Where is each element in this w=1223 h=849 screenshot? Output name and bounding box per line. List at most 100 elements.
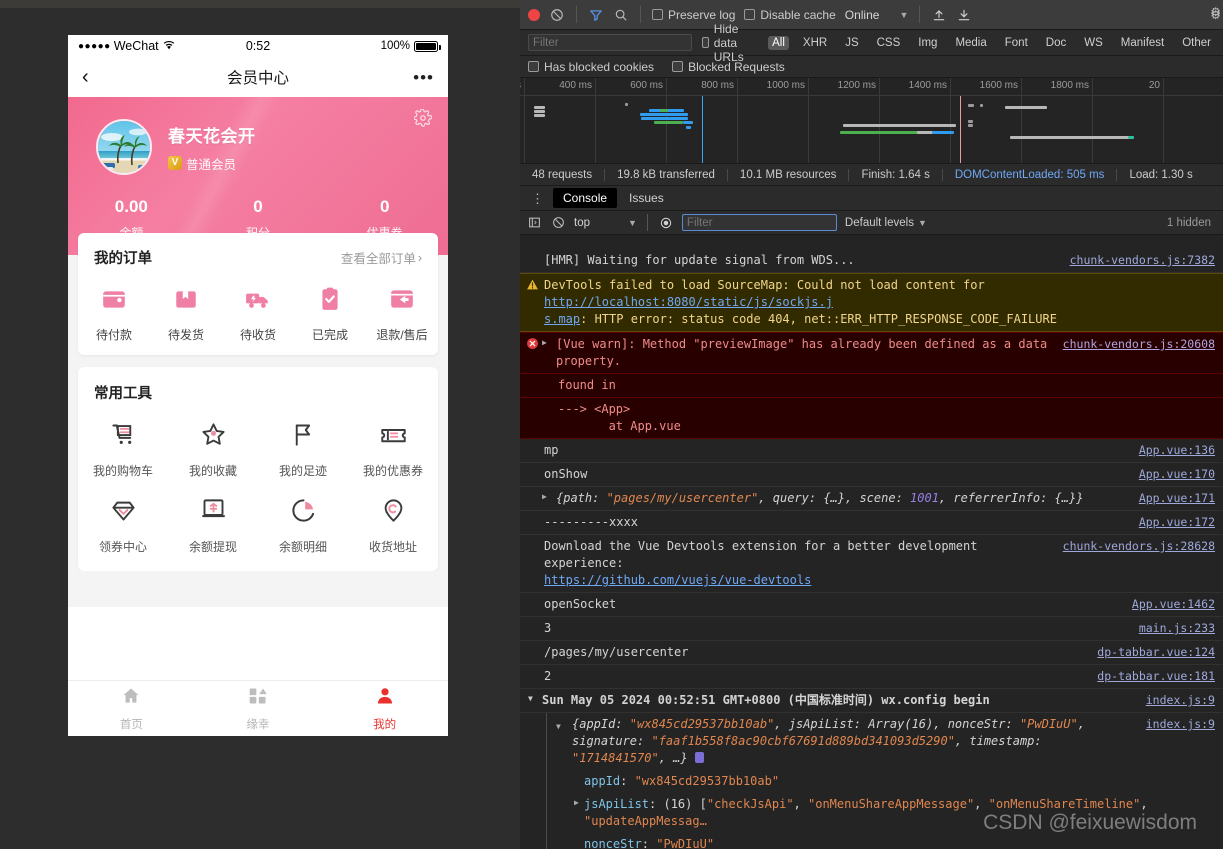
console-row[interactable]: mp App.vue:136 [520, 439, 1223, 463]
record-icon[interactable] [528, 9, 540, 21]
console-message-source[interactable]: App.vue:171 [1129, 490, 1215, 507]
console-levels-select[interactable]: Default levels ▼ [845, 217, 927, 229]
resource-type-css[interactable]: CSS [873, 36, 905, 50]
has-blocked-cookies-checkbox[interactable]: Has blocked cookies [528, 60, 654, 74]
expand-triangle-icon[interactable]: ▶ [542, 492, 547, 501]
console-message-list[interactable]: [HMR] Waiting for update signal from WDS… [520, 249, 1223, 849]
tab-mine[interactable]: 我的 [321, 681, 448, 736]
blocked-requests-checkbox[interactable]: Blocked Requests [672, 60, 785, 74]
device-emulation-frame: ●●●●● WeChat 0:52 100% ‹ 会员中心 ••• [68, 35, 448, 736]
resource-type-ws[interactable]: WS [1080, 36, 1107, 50]
resource-type-font[interactable]: Font [1001, 36, 1032, 50]
sourcemap-url-link[interactable]: http://localhost:8080/static/js/sockjs.j [544, 295, 833, 309]
console-row-warning[interactable]: DevTools failed to load SourceMap: Could… [520, 273, 1223, 332]
tool-balance-details[interactable]: 余额明细 [258, 497, 348, 555]
resource-type-doc[interactable]: Doc [1042, 36, 1070, 50]
sourcemap-url-link-cont[interactable]: s.map [544, 312, 580, 326]
console-message-source[interactable]: chunk-vendors.js:7382 [1060, 252, 1215, 269]
tab-label: 缘幸 [247, 716, 270, 732]
clear-icon[interactable] [549, 7, 565, 23]
summary-requests: 48 requests [520, 169, 605, 181]
console-group-body-header[interactable]: ▼ {appId: "wx845cd29537bb10ab", jsApiLis… [520, 713, 1223, 770]
object-property-row[interactable]: ▶ jsApiList: (16) ["checkJsApi", "onMenu… [520, 793, 1223, 833]
network-overview-timeline[interactable]: 200 ms 400 ms 600 ms 800 ms 1000 ms 1200… [520, 78, 1223, 164]
tool-shipping-address[interactable]: 收货地址 [348, 497, 438, 555]
tab-home[interactable]: 首页 [68, 681, 195, 736]
console-filter-input[interactable] [682, 214, 837, 231]
console-message-source[interactable]: dp-tabbar.vue:124 [1087, 644, 1215, 661]
console-row-number[interactable]: 3 main.js:233 [520, 617, 1223, 641]
tool-my-cart[interactable]: 我的购物车 [78, 421, 168, 479]
tab-issues[interactable]: Issues [619, 188, 674, 208]
preserve-log-checkbox[interactable]: Preserve log [652, 8, 735, 22]
search-icon[interactable] [613, 7, 629, 23]
order-status-to-receive[interactable]: 待收货 [222, 286, 294, 343]
console-message-source[interactable]: dp-tabbar.vue:181 [1087, 668, 1215, 685]
tool-coupon-center[interactable]: 领券中心 [78, 497, 168, 555]
console-settings-icon[interactable]: ⚙ [1210, 5, 1221, 19]
console-row[interactable]: /pages/my/usercenter dp-tabbar.vue:124 [520, 641, 1223, 665]
tool-balance-withdraw[interactable]: 余额提现 [168, 497, 258, 555]
property-key: nonceStr [584, 837, 642, 849]
console-row-object[interactable]: ▶ {path: "pages/my/usercenter", query: {… [520, 487, 1223, 511]
console-message-source[interactable]: index.js:9 [1136, 692, 1215, 709]
funnel-icon[interactable] [588, 7, 604, 23]
object-property: appId: "wx845cd29537bb10ab" [520, 773, 1215, 790]
console-message-source[interactable]: App.vue:136 [1129, 442, 1215, 459]
upload-icon[interactable] [931, 7, 947, 23]
hide-data-urls-checkbox[interactable]: Hide data URLs [702, 22, 758, 64]
object-number-value: 1001 [910, 491, 939, 505]
resource-type-js[interactable]: JS [841, 36, 862, 50]
order-status-completed[interactable]: 已完成 [294, 286, 366, 343]
network-filter-input[interactable] [528, 34, 692, 51]
view-all-orders-link[interactable]: 查看全部订单 › [341, 248, 422, 267]
console-message-source[interactable]: App.vue:170 [1129, 466, 1215, 483]
checkbox-box [528, 61, 539, 72]
avatar[interactable] [96, 119, 152, 175]
eye-icon[interactable] [658, 215, 674, 231]
console-message-source[interactable]: App.vue:172 [1129, 514, 1215, 531]
console-row[interactable]: ---------xxxx App.vue:172 [520, 511, 1223, 535]
clear-console-icon[interactable] [550, 215, 566, 231]
order-status-refund[interactable]: 退款/售后 [366, 286, 438, 343]
resource-type-manifest[interactable]: Manifest [1117, 36, 1168, 50]
console-message-source[interactable]: index.js:9 [1136, 716, 1215, 733]
console-row[interactable]: onShow App.vue:170 [520, 463, 1223, 487]
drawer-menu-icon[interactable]: ⋮ [524, 192, 551, 205]
tool-my-favorites[interactable]: 我的收藏 [168, 421, 258, 479]
more-menu-button[interactable]: ••• [413, 69, 434, 86]
disable-cache-checkbox[interactable]: Disable cache [744, 8, 835, 22]
tab-category[interactable]: 缘幸 [195, 681, 322, 736]
collapse-triangle-icon[interactable]: ▼ [528, 694, 533, 703]
throttling-select[interactable]: Online ▼ [845, 8, 909, 22]
tab-console[interactable]: Console [553, 188, 617, 208]
expand-triangle-icon[interactable]: ▶ [542, 338, 547, 347]
expand-triangle-icon[interactable]: ▼ [556, 722, 561, 731]
order-status-pending-payment[interactable]: 待付款 [78, 286, 150, 343]
sidebar-icon[interactable] [526, 215, 542, 231]
download-icon[interactable] [956, 7, 972, 23]
resource-type-media[interactable]: Media [951, 36, 990, 50]
console-row[interactable]: [HMR] Waiting for update signal from WDS… [520, 249, 1223, 273]
console-row[interactable]: openSocket App.vue:1462 [520, 593, 1223, 617]
console-row-error[interactable]: ▶ [Vue warn]: Method "previewImage" has … [520, 332, 1223, 374]
console-row-number[interactable]: 2 dp-tabbar.vue:181 [520, 665, 1223, 689]
console-message-source[interactable]: main.js:233 [1129, 620, 1215, 637]
vue-devtools-link[interactable]: https://github.com/vuejs/vue-devtools [544, 573, 811, 587]
tool-my-coupons[interactable]: 我的优惠券 [348, 421, 438, 479]
tool-my-footprints[interactable]: 我的足迹 [258, 421, 348, 479]
console-message-source[interactable]: chunk-vendors.js:28628 [1053, 538, 1215, 555]
order-status-label: 待付款 [96, 326, 132, 343]
console-context-select[interactable]: top ▼ [574, 217, 637, 229]
expand-triangle-icon[interactable]: ▶ [574, 798, 579, 807]
console-group-header[interactable]: ▼ Sun May 05 2024 00:52:51 GMT+0800 (中国标… [520, 689, 1223, 713]
resource-type-xhr[interactable]: XHR [799, 36, 831, 50]
console-message-source[interactable]: chunk-vendors.js:20608 [1053, 336, 1215, 353]
resource-type-all[interactable]: All [768, 36, 789, 50]
resource-type-img[interactable]: Img [914, 36, 941, 50]
console-row-devtools-hint[interactable]: Download the Vue Devtools extension for … [520, 535, 1223, 593]
console-message-source[interactable]: App.vue:1462 [1122, 596, 1215, 613]
back-button[interactable]: ‹ [82, 67, 89, 87]
order-status-to-ship[interactable]: 待发货 [150, 286, 222, 343]
resource-type-other[interactable]: Other [1178, 36, 1215, 50]
